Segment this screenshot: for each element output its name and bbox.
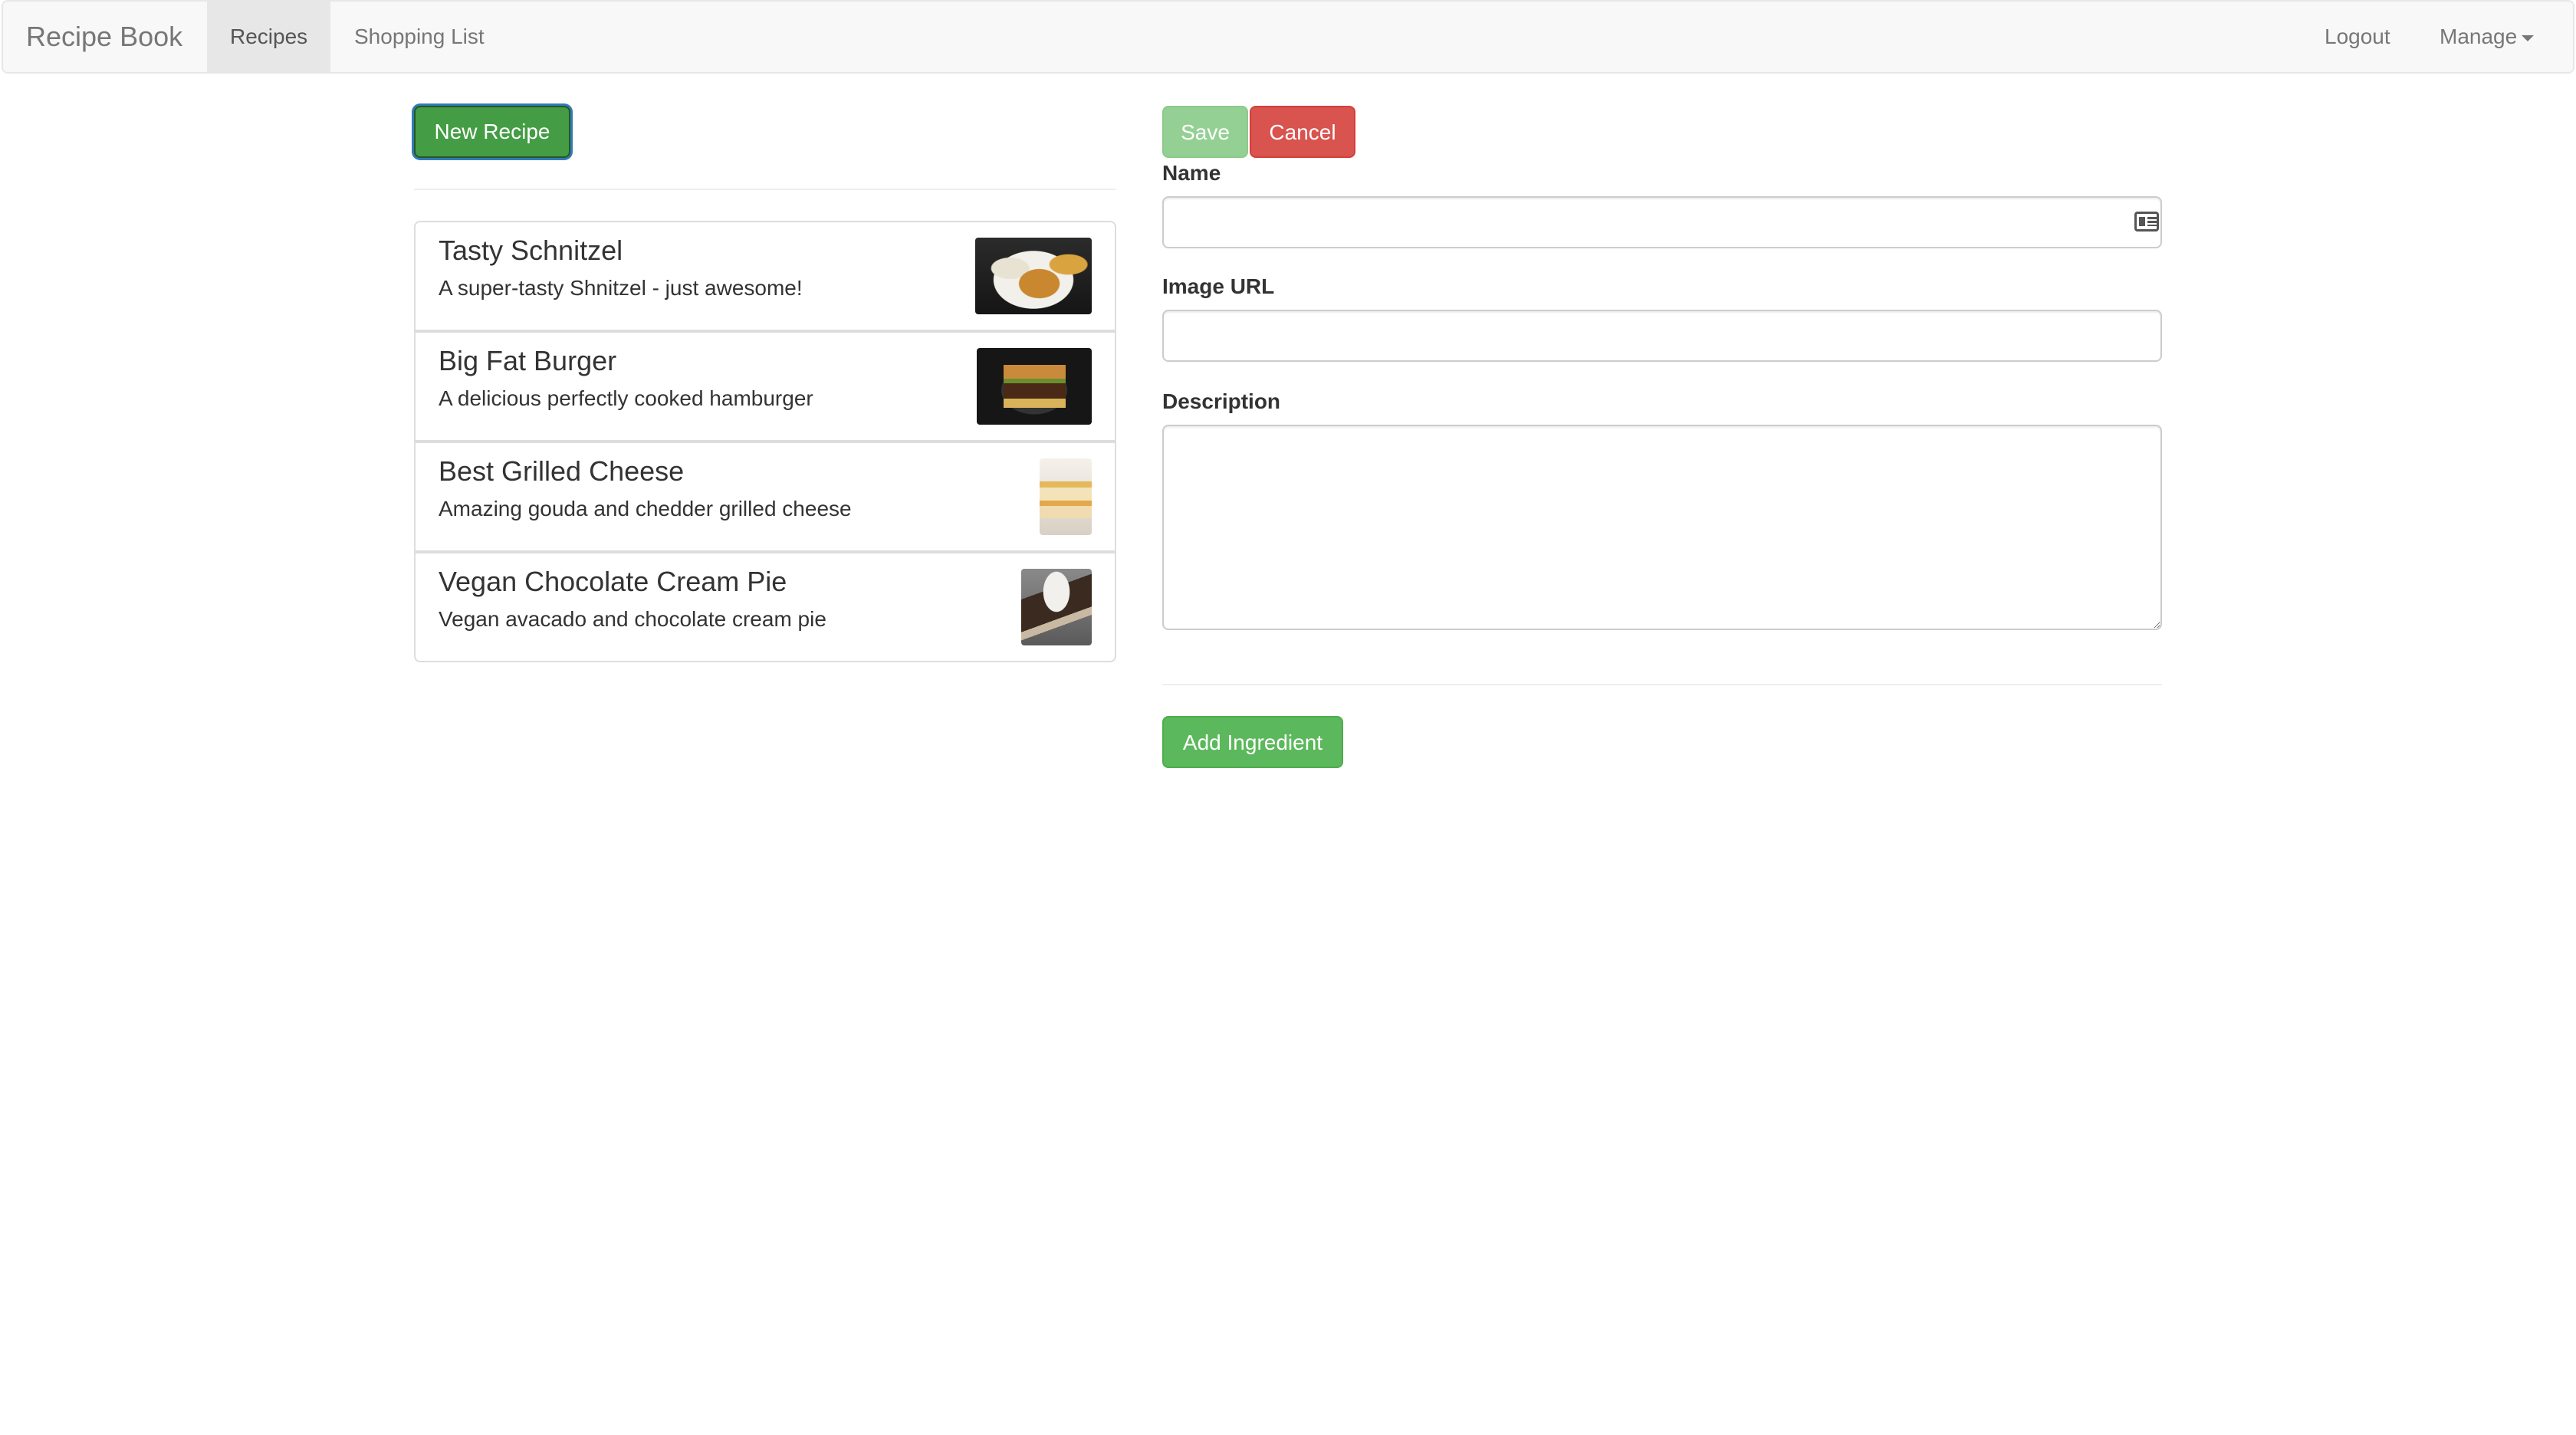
recipe-title: Big Fat Burger bbox=[439, 345, 617, 376]
save-button[interactable]: Save bbox=[1162, 106, 1248, 158]
recipe-description: Vegan avacado and chocolate cream pie bbox=[439, 607, 826, 631]
name-label: Name bbox=[1162, 161, 1221, 185]
caret-down-icon bbox=[2522, 34, 2535, 41]
recipe-thumbnail bbox=[1021, 569, 1092, 645]
name-input[interactable] bbox=[1162, 196, 2162, 248]
recipe-description: Amazing gouda and chedder grilled cheese bbox=[439, 497, 852, 520]
recipe-title: Vegan Chocolate Cream Pie bbox=[439, 566, 787, 597]
recipe-title: Tasty Schnitzel bbox=[439, 235, 623, 266]
logout-link[interactable]: Logout bbox=[2302, 2, 2413, 72]
image-url-label: Image URL bbox=[1162, 274, 1275, 298]
recipe-thumbnail bbox=[975, 238, 1092, 314]
recipe-item-big-fat-burger[interactable]: Big Fat Burger A delicious perfectly coo… bbox=[414, 331, 1116, 442]
description-textarea[interactable] bbox=[1162, 425, 2162, 630]
divider bbox=[1162, 684, 2162, 685]
recipe-item-best-grilled-cheese[interactable]: Best Grilled Cheese Amazing gouda and ch… bbox=[414, 442, 1116, 552]
recipe-item-vegan-chocolate-cream-pie[interactable]: Vegan Chocolate Cream Pie Vegan avacado … bbox=[414, 552, 1116, 662]
cancel-button[interactable]: Cancel bbox=[1250, 106, 1355, 158]
recipe-description: A delicious perfectly cooked hamburger bbox=[439, 386, 813, 410]
description-label: Description bbox=[1162, 389, 1281, 413]
recipe-item-tasty-schnitzel[interactable]: Tasty Schnitzel A super-tasty Shnitzel -… bbox=[414, 221, 1116, 331]
brand-link[interactable]: Recipe Book bbox=[26, 2, 182, 72]
manage-dropdown[interactable]: Manage bbox=[2417, 2, 2557, 72]
nav-item-shopping-list[interactable]: Shopping List bbox=[331, 2, 508, 72]
add-ingredient-button[interactable]: Add Ingredient bbox=[1162, 716, 1343, 768]
manage-label: Manage bbox=[2440, 25, 2518, 48]
contact-card-icon[interactable] bbox=[2134, 212, 2159, 232]
recipe-title: Best Grilled Cheese bbox=[439, 455, 685, 487]
navbar: Recipe Book Recipes Shopping List Logout… bbox=[2, 0, 2574, 74]
recipe-thumbnail bbox=[1040, 458, 1092, 535]
nav-item-recipes[interactable]: Recipes bbox=[207, 2, 331, 72]
divider bbox=[414, 189, 1116, 190]
recipe-thumbnail bbox=[977, 348, 1092, 425]
image-url-input[interactable] bbox=[1162, 310, 2162, 362]
new-recipe-button[interactable]: New Recipe bbox=[414, 106, 570, 158]
recipe-description: A super-tasty Shnitzel - just awesome! bbox=[439, 276, 803, 300]
